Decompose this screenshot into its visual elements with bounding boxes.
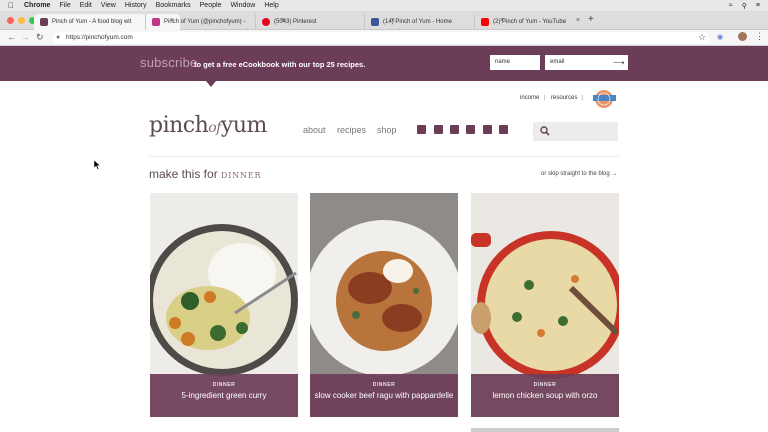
- twitter-icon[interactable]: [450, 125, 459, 134]
- url-field[interactable]: ● https://pinchofyum.com: [52, 32, 710, 44]
- logo-of: of: [208, 120, 221, 136]
- nav-shop[interactable]: shop: [377, 125, 397, 135]
- apple-icon[interactable]: : [8, 1, 14, 10]
- close-tab-icon[interactable]: ×: [576, 17, 580, 24]
- skip-to-blog-link[interactable]: or skip straight to the blog →: [541, 171, 617, 177]
- banner-pointer: [206, 81, 216, 87]
- income-link[interactable]: income: [520, 95, 539, 101]
- nav-recipes[interactable]: recipes: [337, 125, 366, 135]
- pinch-of-yum-favicon-icon: [40, 18, 48, 26]
- site-logo[interactable]: pinchofyum: [149, 113, 267, 138]
- divider: [149, 156, 619, 157]
- menu-history[interactable]: History: [125, 2, 147, 9]
- separator: |: [544, 95, 546, 101]
- instagram-icon[interactable]: [434, 125, 443, 134]
- badge-icon[interactable]: [592, 88, 617, 110]
- tab-label: (14) Pinch of Yum - Home: [383, 19, 452, 25]
- separator: |: [582, 95, 584, 101]
- arrow-right-icon[interactable]: ⟶: [613, 55, 624, 70]
- site-search-input[interactable]: [533, 122, 618, 141]
- address-bar-row: ← → ↻ ● https://pinchofyum.com ☆ ◉ ⋮: [0, 30, 768, 46]
- menu-people[interactable]: People: [200, 2, 222, 9]
- tab-label: (5043) Pinterest: [274, 19, 317, 25]
- card-title[interactable]: 5-ingredient green curry: [150, 391, 298, 401]
- subscribe-heading: subscribe: [140, 55, 198, 70]
- tab-strip: Pinch of Yum - A food blog wit × Pinch o…: [0, 11, 768, 30]
- reload-icon[interactable]: ↻: [36, 32, 44, 43]
- card-caption: DINNER 5-ingredient green curry: [150, 374, 298, 417]
- card-category: DINNER: [372, 382, 396, 388]
- subscribe-banner: subscribe to get a free eCookbook with o…: [0, 46, 768, 87]
- list-icon[interactable]: ≡: [756, 2, 760, 10]
- url-text: https://pinchofyum.com: [66, 34, 133, 41]
- heart-icon[interactable]: [483, 125, 492, 134]
- meal-selector[interactable]: DINNER: [221, 171, 261, 180]
- back-icon[interactable]: ←: [7, 32, 16, 42]
- tab-label: Pinch of Yum - A food blog wit: [52, 19, 132, 25]
- mac-menu-bar:  Chrome File Edit View History Bookmark…: [0, 0, 768, 11]
- card-category: DINNER: [212, 382, 236, 388]
- menu-app-name[interactable]: Chrome: [24, 2, 50, 9]
- menu-edit[interactable]: Edit: [80, 2, 92, 9]
- nav-about[interactable]: about: [303, 125, 326, 135]
- wifi-icon[interactable]: ≈: [729, 2, 733, 10]
- lock-icon: ●: [56, 34, 61, 41]
- status-icons: ≈ ⚲ ≡: [729, 2, 760, 10]
- search-icon[interactable]: ⚲: [742, 2, 747, 10]
- card-title[interactable]: slow cooker beef ragu with pappardelle: [310, 391, 458, 401]
- mouse-cursor-icon: [94, 160, 101, 170]
- card-caption: DINNER slow cooker beef ragu with pappar…: [310, 374, 458, 417]
- menu-kebab-icon[interactable]: ⋮: [755, 31, 764, 42]
- logo-pinch: pinch: [149, 113, 209, 138]
- other-icon[interactable]: [499, 125, 508, 134]
- menu-window[interactable]: Window: [230, 2, 255, 9]
- name-field[interactable]: name: [490, 55, 540, 70]
- resources-link[interactable]: resources: [551, 95, 577, 101]
- subscribe-text: to get a free eCookbook with our top 25 …: [194, 60, 366, 69]
- pinterest-icon[interactable]: [466, 125, 475, 134]
- pinterest-favicon-icon: [262, 18, 270, 26]
- tab-label: Pinch of Yum (@pinchofyum) -: [164, 19, 246, 25]
- card-category: DINNER: [533, 382, 557, 388]
- youtube-favicon-icon: [481, 18, 489, 26]
- facebook-favicon-icon: [371, 18, 379, 26]
- extension-icon[interactable]: ◉: [717, 33, 723, 41]
- menu-bookmarks[interactable]: Bookmarks: [156, 2, 191, 9]
- new-tab-icon[interactable]: +: [588, 14, 594, 25]
- profile-avatar-icon[interactable]: [738, 32, 747, 41]
- menu-file[interactable]: File: [59, 2, 70, 9]
- minimize-window-icon[interactable]: [18, 17, 25, 24]
- section-title-text: make this for: [149, 167, 218, 181]
- tab-youtube[interactable]: (2) Pinch of Yum - YouTube ×: [474, 14, 586, 30]
- logo-yum: yum: [220, 113, 267, 138]
- facebook-icon[interactable]: [417, 125, 426, 134]
- section-title: make this for DINNER: [149, 167, 261, 181]
- menu-view[interactable]: View: [101, 2, 116, 9]
- tab-label: (2) Pinch of Yum - YouTube: [493, 19, 567, 25]
- recipe-card[interactable]: DINNER lemon chicken soup with orzo: [471, 193, 619, 417]
- instagram-favicon-icon: [152, 18, 160, 26]
- menu-help[interactable]: Help: [264, 2, 278, 9]
- recipe-card[interactable]: DINNER 5-ingredient green curry: [150, 193, 298, 417]
- forward-icon[interactable]: →: [21, 32, 30, 42]
- recipe-card[interactable]: DINNER slow cooker beef ragu with pappar…: [310, 193, 458, 417]
- next-row-edge: [471, 428, 619, 432]
- card-caption: DINNER lemon chicken soup with orzo: [471, 374, 619, 417]
- close-window-icon[interactable]: [7, 17, 14, 24]
- bookmark-star-icon[interactable]: ☆: [698, 32, 706, 43]
- search-icon: [540, 126, 550, 136]
- card-title[interactable]: lemon chicken soup with orzo: [471, 391, 619, 401]
